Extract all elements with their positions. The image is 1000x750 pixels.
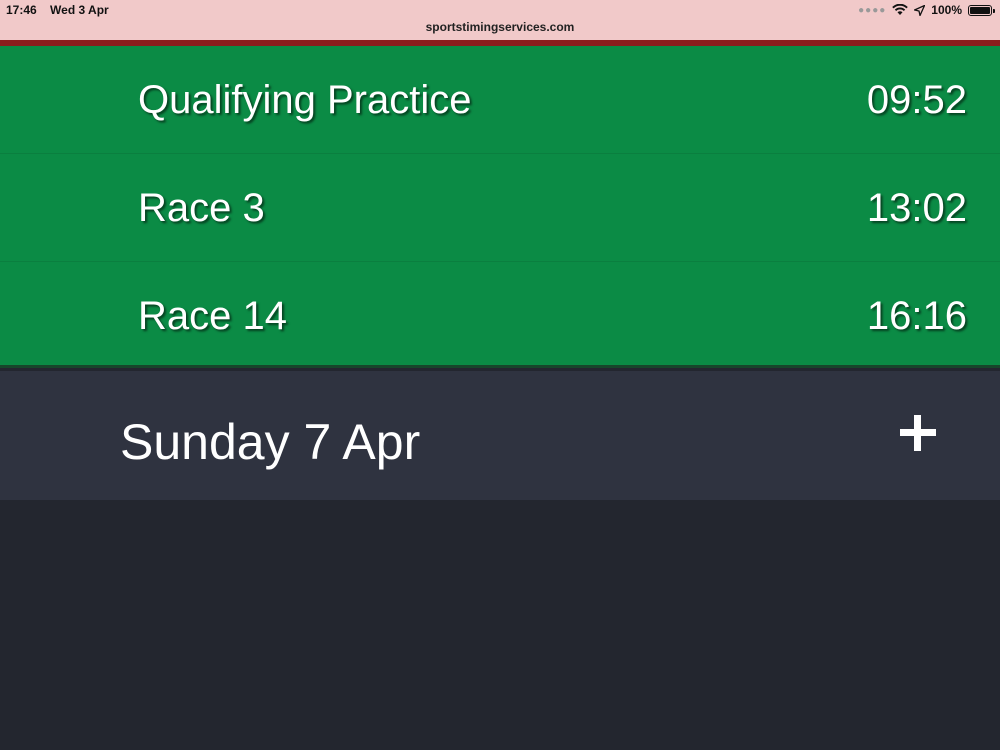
session-time: 16:16: [866, 294, 967, 338]
signal-dots-icon: ●●●●: [858, 4, 887, 16]
session-time: 09:52: [866, 78, 967, 122]
session-row[interactable]: Race 3 13:02: [0, 154, 1000, 262]
clock-date: Wed 3 Apr: [50, 3, 109, 17]
location-arrow-icon: [914, 4, 926, 16]
plus-icon[interactable]: [898, 407, 940, 457]
status-right: ●●●● 100%: [858, 3, 995, 17]
session-list: Qualifying Practice 09:52 Race 3 13:02 Race …: [0, 46, 1000, 368]
plus-icon-vertical: [914, 415, 921, 451]
session-time: 13:02: [866, 186, 967, 230]
clock-time: 17:46: [6, 3, 37, 17]
battery-percent: 100%: [931, 3, 962, 17]
session-name: Race 3: [138, 186, 265, 230]
wifi-icon: [892, 4, 909, 15]
address-bar-url[interactable]: sportstimingservices.com: [0, 20, 1000, 34]
session-name: Race 14: [138, 294, 287, 338]
day-group-row[interactable]: Sunday 7 Apr: [0, 371, 1000, 500]
session-row[interactable]: Race 14 16:16: [0, 262, 1000, 368]
battery-level: [970, 6, 990, 14]
session-name: Qualifying Practice: [138, 78, 472, 122]
battery-icon: [968, 4, 995, 16]
day-group-label: Sunday 7 Apr: [120, 414, 421, 470]
session-row[interactable]: Qualifying Practice 09:52: [0, 46, 1000, 154]
status-left: 17:46 Wed 3 Apr: [6, 3, 119, 17]
status-bar: 17:46 Wed 3 Apr sportstimingservices.com…: [0, 0, 1000, 40]
